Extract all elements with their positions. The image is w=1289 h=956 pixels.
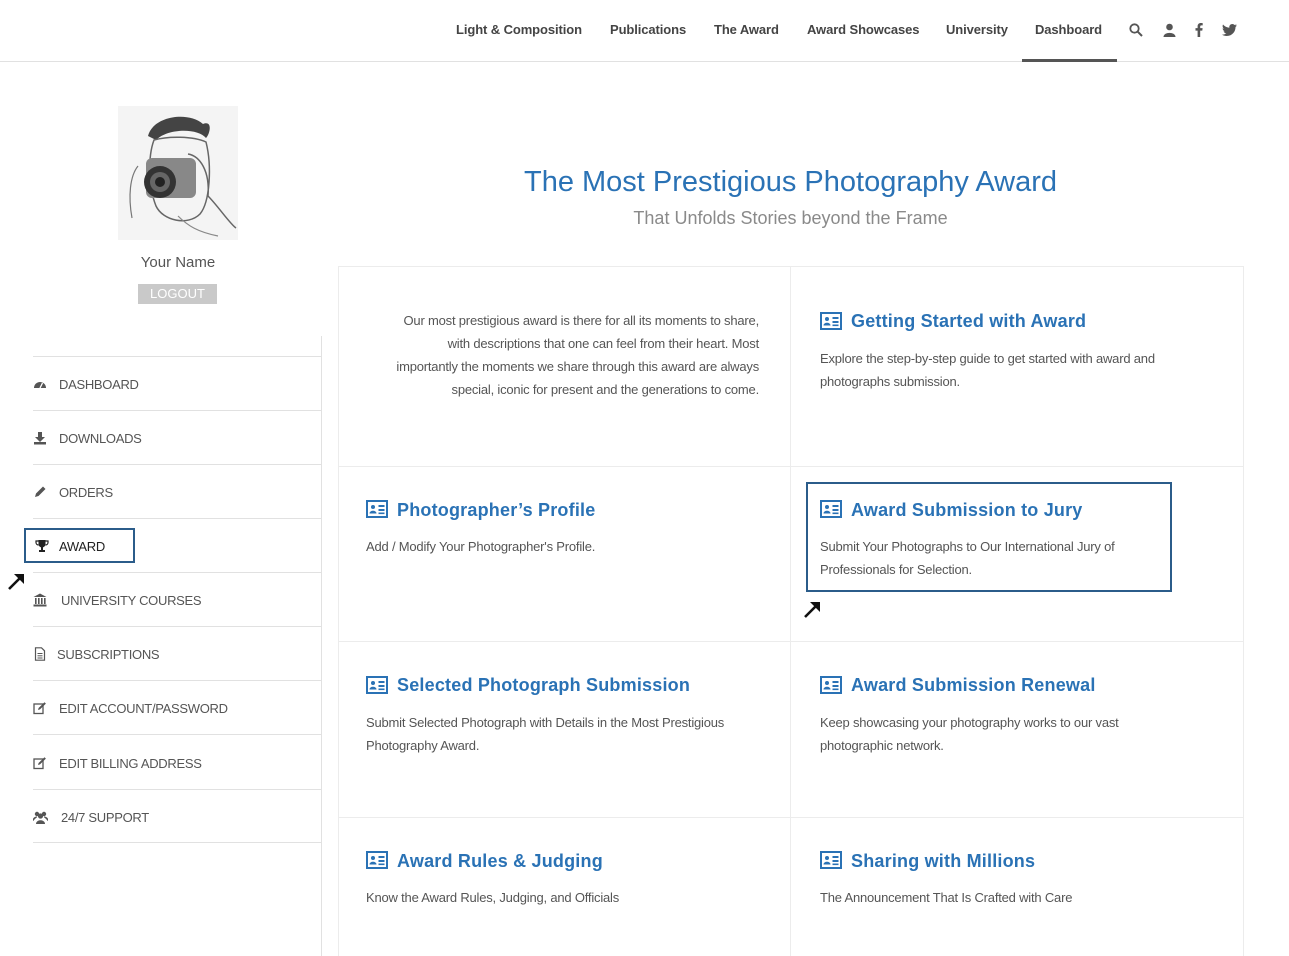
grid-divider: [338, 266, 339, 956]
id-card-icon: [820, 851, 842, 869]
nav-the-award[interactable]: The Award: [714, 22, 779, 37]
nav-active-indicator: [1022, 59, 1117, 62]
nav-publications[interactable]: Publications: [610, 22, 686, 37]
sidebar-item-label: DASHBOARD: [59, 377, 139, 392]
card-selected-photograph-title[interactable]: Selected Photograph Submission: [397, 675, 690, 696]
sidebar-item-label: SUBSCRIPTIONS: [57, 647, 160, 662]
card-photographer-profile-title[interactable]: Photographer’s Profile: [397, 500, 595, 521]
arrow-cursor-icon: [804, 602, 820, 618]
arrow-cursor-icon: [8, 574, 24, 590]
twitter-icon[interactable]: [1220, 20, 1238, 40]
dashboard-icon: [33, 377, 47, 391]
sidebar-item-label: AWARD: [59, 539, 105, 554]
id-card-icon: [820, 500, 842, 518]
grid-divider: [1243, 266, 1244, 956]
id-card-icon: [366, 500, 388, 518]
page-title: The Most Prestigious Photography Award: [523, 166, 1058, 198]
users-icon: [32, 810, 49, 824]
sidebar-item-dashboard[interactable]: DASHBOARD: [33, 356, 322, 410]
nav-light-composition[interactable]: Light & Composition: [456, 22, 582, 37]
card-award-rules-title[interactable]: Award Rules & Judging: [397, 851, 603, 872]
sidebar-item-orders[interactable]: ORDERS: [33, 464, 322, 518]
id-card-icon: [366, 676, 388, 694]
username: Your Name: [140, 254, 216, 271]
grid-divider: [790, 266, 791, 956]
trophy-icon: [35, 539, 49, 553]
sidebar-item-award[interactable]: AWARD: [24, 528, 135, 563]
document-icon: [33, 647, 47, 661]
sidebar-item-edit-account[interactable]: EDIT ACCOUNT/PASSWORD: [33, 680, 322, 734]
card-sharing-millions-title[interactable]: Sharing with Millions: [851, 851, 1035, 872]
card-award-rules-desc: Know the Award Rules, Judging, and Offic…: [366, 890, 620, 905]
top-navigation: Light & Composition Publications The Awa…: [0, 0, 1289, 62]
intro-text: Our most prestigious award is there for …: [396, 313, 759, 397]
sidebar-item-university-courses[interactable]: UNIVERSITY COURSES: [33, 572, 322, 626]
sidebar-item-downloads[interactable]: DOWNLOADS: [33, 410, 322, 464]
sidebar-bottom-divider: [33, 842, 322, 843]
user-icon[interactable]: [1160, 20, 1178, 40]
card-award-submission-jury-title[interactable]: Award Submission to Jury: [851, 500, 1083, 521]
nav-award-showcases[interactable]: Award Showcases: [807, 22, 920, 37]
sidebar-item-label: ORDERS: [59, 485, 113, 500]
search-icon[interactable]: [1127, 20, 1145, 40]
card-award-renewal-title[interactable]: Award Submission Renewal: [851, 675, 1096, 696]
sidebar-item-label: EDIT BILLING ADDRESS: [59, 756, 202, 771]
sidebar-item-label: EDIT ACCOUNT/PASSWORD: [59, 701, 228, 716]
institution-icon: [33, 593, 47, 607]
sidebar-item-label: 24/7 SUPPORT: [61, 810, 149, 825]
sidebar-item-edit-billing[interactable]: EDIT BILLING ADDRESS: [33, 734, 322, 789]
card-photographer-profile-desc: Add / Modify Your Photographer's Profile…: [366, 539, 596, 554]
card-award-renewal-desc: Keep showcasing your photography works t…: [820, 715, 1119, 753]
id-card-icon: [820, 312, 842, 330]
edit-icon: [33, 701, 47, 715]
facebook-icon[interactable]: [1190, 20, 1208, 40]
edit-icon: [33, 756, 47, 770]
card-sharing-millions-desc: The Announcement That Is Crafted with Ca…: [820, 890, 1073, 905]
sidebar-item-label: DOWNLOADS: [59, 431, 142, 446]
card-getting-started-title[interactable]: Getting Started with Award: [851, 311, 1086, 332]
nav-university[interactable]: University: [946, 22, 1008, 37]
card-selected-photograph-desc: Submit Selected Photograph with Details …: [366, 715, 725, 753]
sidebar-item-subscriptions[interactable]: SUBSCRIPTIONS: [33, 626, 322, 680]
id-card-icon: [366, 851, 388, 869]
id-card-icon: [820, 676, 842, 694]
download-icon: [33, 431, 47, 445]
sidebar-item-label: UNIVERSITY COURSES: [61, 593, 202, 608]
pencil-icon: [33, 485, 47, 499]
page-subtitle: That Unfolds Stories beyond the Frame: [633, 208, 948, 228]
nav-dashboard[interactable]: Dashboard: [1035, 22, 1102, 37]
sidebar-item-support[interactable]: 24/7 SUPPORT: [32, 789, 322, 843]
avatar: [118, 106, 238, 240]
card-getting-started-desc: Explore the step-by-step guide to get st…: [820, 351, 1155, 389]
card-award-submission-jury-desc: Submit Your Photographs to Our Internati…: [820, 539, 1115, 577]
logout-button[interactable]: LOGOUT: [138, 284, 217, 304]
